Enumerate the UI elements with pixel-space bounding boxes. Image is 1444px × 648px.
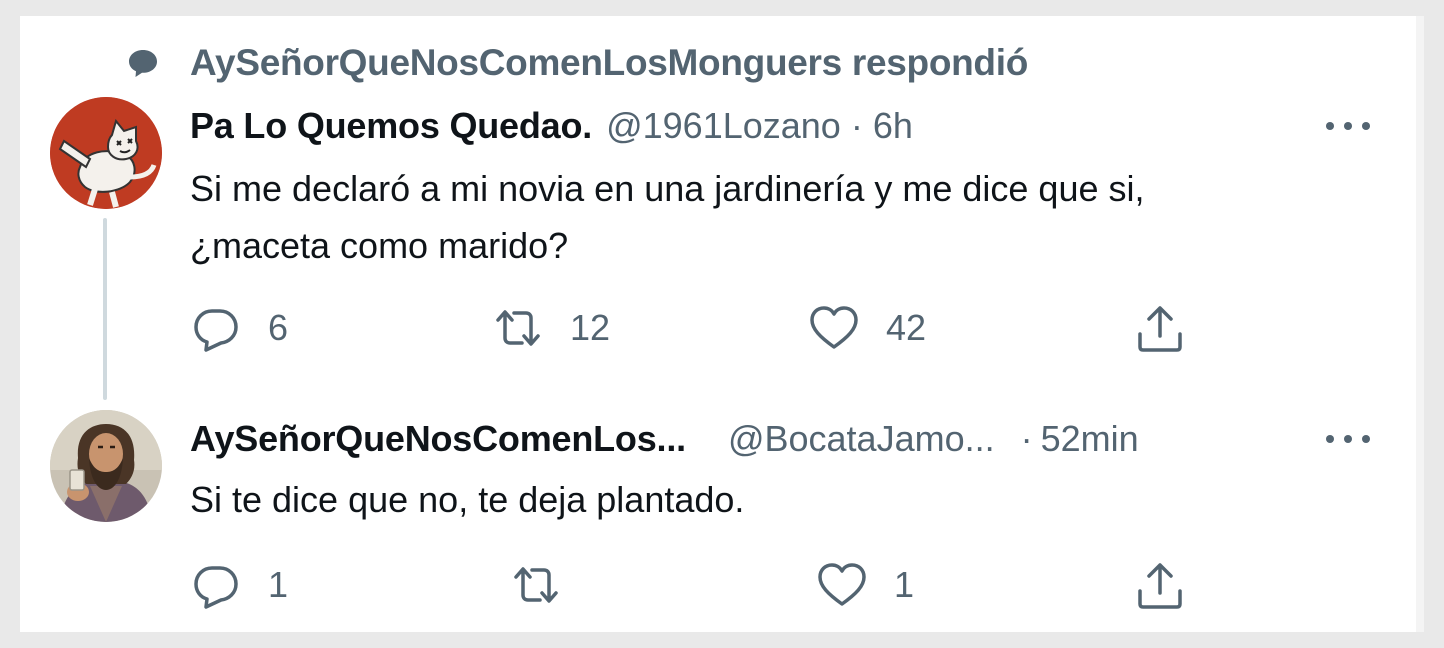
reply-context[interactable]: AySeñorQueNosComenLosMonguers respondió [126,38,1028,88]
reply-context-text: AySeñorQueNosComenLosMonguers respondió [190,42,1029,83]
more-options-icon[interactable] [1326,429,1370,449]
thread-connector-line [103,218,107,400]
share-icon [1138,563,1182,609]
retweet-button[interactable]: 12 [492,298,610,358]
user-handle[interactable]: @1961Lozano [606,105,841,147]
share-button[interactable] [1134,298,1186,358]
like-button[interactable]: 42 [808,298,926,358]
reply-button[interactable]: 6 [190,298,288,358]
reply-count: 6 [268,307,289,348]
heart-icon [810,306,858,349]
reply-bubble-icon [126,42,168,84]
share-icon [1138,306,1182,352]
scrollbar-track [1416,16,1424,632]
display-name[interactable]: Pa Lo Quemos Quedao. [190,105,592,147]
tweet-timestamp[interactable]: 52min [1041,418,1139,460]
avatar[interactable] [50,410,162,522]
more-options-icon[interactable] [1326,116,1370,136]
retweet-button[interactable] [510,555,588,615]
display-name[interactable]: AySeñorQueNosComenLos... [190,418,686,460]
reply-count: 1 [268,564,289,605]
reply-icon [194,309,238,352]
tweet-text: Si me declaró a mi novia en una jardiner… [190,160,1370,274]
cartoon-cat-avatar [50,97,162,209]
like-count: 42 [886,307,927,348]
tweet-timestamp[interactable]: 6h [873,105,913,147]
share-button[interactable] [1134,555,1186,615]
user-handle[interactable]: @BocataJamo... [728,418,995,460]
like-count: 1 [894,564,915,605]
avatar[interactable] [50,97,162,209]
separator-dot: · [1020,418,1033,459]
like-button[interactable]: 1 [816,555,914,615]
retweet-count: 12 [570,307,611,348]
heart-icon [818,563,866,606]
separator-dot: · [850,105,863,146]
retweet-icon [496,310,540,346]
reply-icon [194,566,238,609]
tweet-actions: 6 12 42 [190,298,1200,358]
retweet-icon [514,567,558,603]
tweet-header: AySeñorQueNosComenLos... @BocataJamo... … [190,414,1310,464]
tweet-text-line: ¿maceta como marido? [190,225,569,266]
tweet-text-line: Si me declaró a mi novia en una jardiner… [190,168,1145,209]
tweet-text: Si te dice que no, te deja plantado. [190,471,1370,528]
tweet-actions: 1 1 [190,555,1200,615]
tweet-header: Pa Lo Quemos Quedao. @1961Lozano · 6h [190,101,913,151]
bearded-man-avatar [50,410,162,522]
tweet-text-line: Si te dice que no, te deja plantado. [190,479,745,520]
reply-button[interactable]: 1 [190,555,288,615]
